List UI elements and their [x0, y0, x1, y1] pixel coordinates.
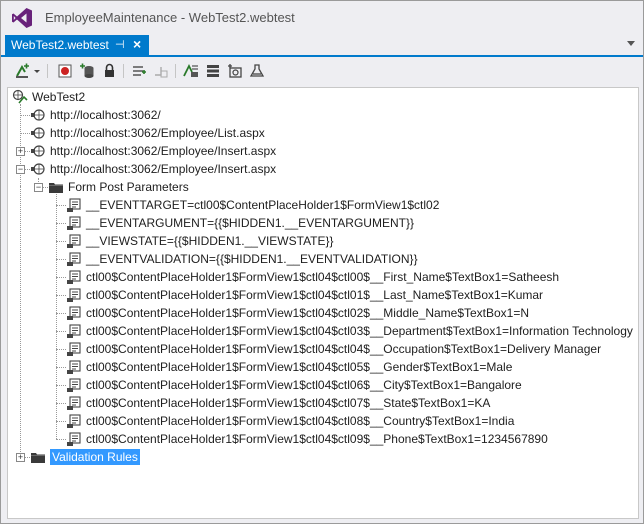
form-parameter-icon	[67, 288, 81, 302]
form-parameter-icon	[67, 378, 81, 392]
extraction-rule-icon[interactable]	[131, 63, 147, 79]
parameter-text: ctl00$ContentPlaceHolder1$FormView1$ctl0…	[86, 306, 530, 320]
form-parameter-icon	[67, 198, 81, 212]
form-parameter-icon	[67, 270, 81, 284]
request-url: http://localhost:3062/Employee/Insert.as…	[50, 144, 277, 158]
request-url: http://localhost:3062/	[50, 108, 161, 122]
form-parameter-icon	[67, 342, 81, 356]
parameter-text: ctl00$ContentPlaceHolder1$FormView1$ctl0…	[86, 288, 544, 302]
plugin-icon[interactable]	[249, 63, 265, 79]
tree-connector	[56, 439, 66, 440]
add-datasource-icon[interactable]	[79, 63, 95, 79]
form-parameter-icon	[67, 360, 81, 374]
tree-connector	[56, 385, 66, 386]
form-parameter-icon	[67, 324, 81, 338]
tree-connector	[56, 223, 66, 224]
tree-connector	[56, 259, 66, 260]
tree-connector	[56, 241, 66, 242]
form-parameter-icon	[67, 234, 81, 248]
parameter-text: ctl00$ContentPlaceHolder1$FormView1$ctl0…	[86, 396, 491, 410]
tree-connector	[56, 313, 66, 314]
tree-connector	[20, 186, 21, 458]
tree-connector	[20, 133, 30, 134]
tree-connector	[56, 295, 66, 296]
toolbar-separator	[123, 64, 124, 78]
parameterize-icon[interactable]	[183, 63, 199, 79]
parameter-text: ctl00$ContentPlaceHolder1$FormView1$ctl0…	[86, 324, 633, 338]
form-parameter-icon	[67, 414, 81, 428]
parameter-text: ctl00$ContentPlaceHolder1$FormView1$ctl0…	[86, 342, 602, 356]
folder-icon	[49, 183, 63, 193]
toolbar-separator	[175, 64, 176, 78]
tree-connector	[56, 403, 66, 404]
expand-icon[interactable]: +	[16, 453, 25, 462]
web-request-icon	[31, 145, 45, 157]
parameter-text: ctl00$ContentPlaceHolder1$FormView1$ctl0…	[86, 432, 548, 446]
credentials-icon[interactable]	[101, 63, 117, 79]
parameter-text: ctl00$ContentPlaceHolder1$FormView1$ctl0…	[86, 378, 522, 392]
tree-connector	[56, 205, 66, 206]
title-bar: EmployeeMaintenance - WebTest2.webtest	[1, 1, 643, 35]
webtest-editor-window: EmployeeMaintenance - WebTest2.webtest W…	[0, 0, 644, 524]
folder-label: Form Post Parameters	[68, 180, 189, 194]
request-url: http://localhost:3062/Employee/List.aspx	[50, 126, 265, 140]
pin-icon[interactable]: ⊣	[115, 38, 125, 51]
web-request-icon	[31, 109, 45, 121]
parameter-text: ctl00$ContentPlaceHolder1$FormView1$ctl0…	[86, 360, 513, 374]
context-parameters-icon[interactable]	[205, 63, 221, 79]
parameter-text: __EVENTVALIDATION={{$HIDDEN1.__EVENTVALI…	[86, 252, 418, 266]
expand-icon[interactable]: +	[16, 147, 25, 156]
tree-connector	[56, 349, 66, 350]
web-request-icon	[31, 163, 45, 175]
parameter-text: __VIEWSTATE={{$HIDDEN1.__VIEWSTATE}}	[86, 234, 334, 248]
form-parameter-icon	[67, 252, 81, 266]
tree-root-label: WebTest2	[32, 90, 86, 104]
tab-label: WebTest2.webtest	[11, 38, 109, 52]
validation-rule-icon[interactable]	[153, 63, 169, 79]
request-url: http://localhost:3062/Employee/Insert.as…	[50, 162, 277, 176]
folder-label-selected: Validation Rules	[50, 449, 140, 465]
folder-icon	[31, 453, 45, 463]
parameter-text: ctl00$ContentPlaceHolder1$FormView1$ctl0…	[86, 414, 515, 428]
parameter-text: __EVENTARGUMENT={{$HIDDEN1.__EVENTARGUME…	[86, 216, 414, 230]
tree-connector	[56, 367, 66, 368]
toolbar-separator	[47, 64, 48, 78]
window-title: EmployeeMaintenance - WebTest2.webtest	[45, 10, 295, 25]
document-tab-strip: WebTest2.webtest ⊣ ×	[1, 35, 643, 57]
form-parameter-icon	[67, 396, 81, 410]
form-parameter-icon	[67, 432, 81, 446]
tree-connector	[56, 421, 66, 422]
parameter-text: ctl00$ContentPlaceHolder1$FormView1$ctl0…	[86, 270, 560, 284]
close-icon[interactable]: ×	[133, 36, 141, 52]
tab-list-dropdown-icon[interactable]	[627, 41, 635, 46]
collapse-icon[interactable]: −	[34, 183, 43, 192]
add-request-icon[interactable]	[15, 63, 31, 79]
record-icon[interactable]	[57, 63, 73, 79]
tree-connector	[56, 277, 66, 278]
dropdown-arrow-icon[interactable]	[33, 63, 41, 79]
web-request-icon	[31, 127, 45, 139]
webtest-tree-view[interactable]: WebTest2 http://localhost:3062/ http://l…	[7, 87, 639, 519]
tab-webtest2[interactable]: WebTest2.webtest ⊣ ×	[5, 35, 149, 55]
generate-code-icon[interactable]	[227, 63, 243, 79]
parameter-text: __EVENTTARGET=ctl00$ContentPlaceHolder1$…	[86, 198, 440, 212]
tree-connector	[20, 115, 30, 116]
collapse-icon[interactable]: −	[16, 165, 25, 174]
form-parameter-icon	[67, 306, 81, 320]
tree-connector	[56, 331, 66, 332]
form-parameter-icon	[67, 216, 81, 230]
visual-studio-logo-icon	[12, 8, 32, 28]
webtest-root-icon	[12, 89, 28, 104]
webtest-toolbar	[1, 59, 643, 85]
